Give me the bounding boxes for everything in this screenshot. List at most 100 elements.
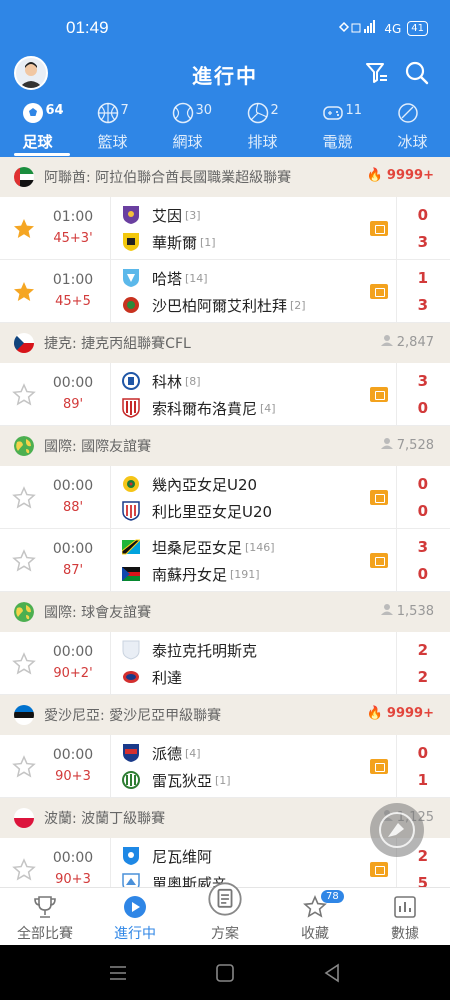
basketball-icon <box>97 102 118 124</box>
league-header[interactable]: 阿聯酋: 阿拉伯聯合酋長國職業超級聯賽 🔥 9999+ <box>0 157 450 197</box>
uae-flag-icon <box>14 167 34 187</box>
league-popularity: 🔥 9999+ <box>367 168 434 183</box>
tab-volleyball[interactable]: 2 排球 <box>225 100 300 157</box>
favorites-count-badge: 78 <box>321 890 344 903</box>
match-minute: 88' <box>62 500 84 515</box>
favorite-star-icon[interactable] <box>12 486 36 510</box>
favorite-star-icon[interactable] <box>12 383 36 407</box>
live-stream-icon[interactable] <box>370 284 388 299</box>
home-team-name: 幾內亞女足U20 <box>152 475 258 494</box>
live-stream-icon[interactable] <box>370 862 388 877</box>
league-popularity: 7,528 <box>380 437 434 453</box>
back-icon[interactable] <box>324 963 339 983</box>
favorite-star-icon[interactable] <box>12 280 36 304</box>
tab-esports[interactable]: 11 電競 <box>300 100 375 157</box>
away-score: 0 <box>417 399 428 417</box>
kickoff-time: 00:00 <box>52 541 94 557</box>
match-list[interactable]: 阿聯酋: 阿拉伯聯合酋長國職業超級聯賽 🔥 9999+ 01:00 45+3' … <box>0 157 450 887</box>
away-team-rank: [4] <box>260 401 276 415</box>
fire-icon: 🔥 <box>366 168 383 183</box>
live-stream-icon[interactable] <box>370 490 388 505</box>
nav-live[interactable]: 進行中 <box>90 888 180 945</box>
team-crest-icon <box>123 297 139 313</box>
tennis-ball-icon <box>172 102 193 124</box>
away-team-rank: [191] <box>230 567 260 581</box>
live-stream-icon[interactable] <box>370 553 388 568</box>
document-icon <box>208 882 242 916</box>
battery-icon: 41 <box>407 21 428 36</box>
live-stream-icon[interactable] <box>370 759 388 774</box>
away-team: 沙巴柏阿爾艾利杜拜 [2] <box>122 294 306 316</box>
favorite-star-icon[interactable] <box>12 755 36 779</box>
match-minute: 90+3 <box>55 769 91 784</box>
team-crest-icon <box>122 501 140 521</box>
league-header[interactable]: 國際: 國際友誼賽 7,528 <box>0 426 450 466</box>
match-row[interactable]: 00:00 87' 坦桑尼亞女足 [146] 南蘇丹女足 [191] 3 0 <box>0 529 450 592</box>
tab-soccer[interactable]: 64 足球 <box>0 100 75 157</box>
tab-count: 11 <box>345 103 363 118</box>
divider <box>396 632 397 695</box>
favorite-star-icon[interactable] <box>12 652 36 676</box>
home-score: 2 <box>417 641 428 659</box>
match-row[interactable]: 00:00 90+2' 泰拉克托明斯克 利達 2 2 <box>0 632 450 695</box>
home-score: 1 <box>417 269 428 287</box>
home-icon[interactable] <box>216 964 234 982</box>
bottom-nav: 全部比賽 進行中 方案 78 收藏 數據 <box>0 882 450 945</box>
home-team-name: 哈塔 <box>152 269 183 288</box>
nav-favorites[interactable]: 78 收藏 <box>270 888 360 945</box>
league-header[interactable]: 捷克: 捷克丙組聯賽CFL 2,847 <box>0 323 450 363</box>
network-type-label: 4G <box>384 21 402 36</box>
team-crest-icon <box>122 771 140 789</box>
team-crest-icon <box>122 398 140 418</box>
fire-icon: 🔥 <box>366 706 383 721</box>
divider <box>110 838 111 887</box>
away-team-name: 利達 <box>152 668 183 687</box>
league-header[interactable]: 愛沙尼亞: 愛沙尼亞甲級聯賽 🔥 9999+ <box>0 695 450 735</box>
home-team: 派德 [4] <box>122 742 201 764</box>
favorite-star-icon[interactable] <box>12 549 36 573</box>
nav-plans[interactable]: 方案 <box>180 882 270 945</box>
favorite-star-icon[interactable] <box>12 858 36 882</box>
tab-tennis[interactable]: 30 網球 <box>150 100 225 157</box>
nav-all-matches[interactable]: 全部比賽 <box>0 888 90 945</box>
nav-data[interactable]: 數據 <box>360 888 450 945</box>
match-row[interactable]: 01:00 45+3' 艾因 [3] 華斯爾 [1] 0 3 <box>0 197 450 260</box>
league-header[interactable]: 國際: 球會友誼賽 1,538 <box>0 592 450 632</box>
match-minute: 45+5 <box>55 294 91 309</box>
system-nav-bar <box>0 945 450 1000</box>
match-row[interactable]: 00:00 88' 幾內亞女足U20 利比里亞女足U20 0 0 <box>0 466 450 529</box>
team-crest-icon <box>123 269 139 287</box>
estonia-flag-icon <box>14 705 34 725</box>
play-circle-icon <box>124 896 146 918</box>
tab-ice-hockey[interactable]: 冰球 <box>375 100 450 157</box>
kickoff-time: 00:00 <box>52 478 94 494</box>
home-team: 泰拉克托明斯克 <box>122 639 260 661</box>
divider <box>110 466 111 529</box>
match-row[interactable]: 00:00 90+3 派德 [4] 雷瓦狄亞 [1] 0 1 <box>0 735 450 798</box>
menu-icon[interactable] <box>110 966 126 980</box>
live-stream-icon[interactable] <box>370 387 388 402</box>
nav-label: 全部比賽 <box>17 926 73 942</box>
away-score: 3 <box>417 233 428 251</box>
sport-tabs: 64 足球 7 籃球 30 網球 2 排球 11 電競 冰球 <box>0 100 450 157</box>
top-bar: 01:49 4G 41 進行中 64 足球 7 籃球 30 網球 2 排球 11… <box>0 0 450 157</box>
tab-basketball[interactable]: 7 籃球 <box>75 100 150 157</box>
filter-icon[interactable] <box>364 60 390 86</box>
status-bar: 01:49 4G 41 <box>0 0 450 56</box>
divider <box>396 260 397 323</box>
home-team-rank: [4] <box>185 746 201 760</box>
match-row[interactable]: 00:00 89' 科林 [8] 索科爾布洛賁尼 [4] 3 0 <box>0 363 450 426</box>
match-row[interactable]: 01:00 45+5 哈塔 [14] 沙巴柏阿爾艾利杜拜 [2] 1 3 <box>0 260 450 323</box>
tab-label: 冰球 <box>397 133 428 151</box>
home-team-name: 坦桑尼亞女足 <box>152 538 243 557</box>
team-crest-icon <box>123 671 139 683</box>
popularity-count: 1,538 <box>396 603 434 619</box>
favorite-star-icon[interactable] <box>12 217 36 241</box>
divider <box>396 466 397 529</box>
poland-flag-icon <box>14 808 34 828</box>
live-stream-icon[interactable] <box>370 221 388 236</box>
away-score: 2 <box>417 668 428 686</box>
floating-action-button[interactable] <box>370 803 424 857</box>
south-sudan-flag-icon <box>122 567 140 581</box>
search-icon[interactable] <box>404 60 430 86</box>
